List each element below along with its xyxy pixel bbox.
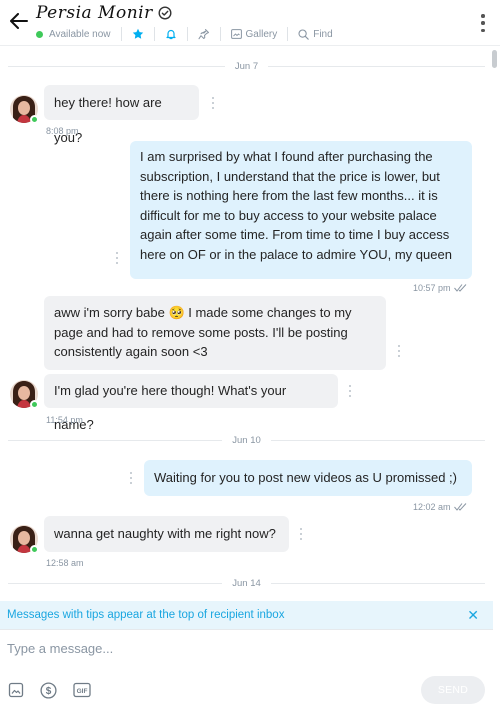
message-input[interactable] [7, 630, 477, 666]
message-options-button[interactable] [397, 345, 401, 357]
divider [219, 27, 221, 41]
message-time: 10:57 pm [413, 283, 451, 293]
svg-text:$: $ [45, 686, 51, 697]
arrow-left-icon [10, 13, 28, 29]
double-check-icon [453, 284, 466, 292]
header-subbar: Available now Gallery Find [36, 27, 333, 41]
date-label: Jun 7 [234, 60, 259, 72]
find-label: Find [313, 28, 333, 40]
double-check-icon [453, 503, 466, 511]
svg-text:GIF: GIF [77, 688, 88, 695]
contact-name: Persia Monir [36, 3, 153, 23]
message-time: 11:54 pm [46, 415, 83, 425]
gif-icon: GIF [73, 682, 91, 698]
gallery-link[interactable]: Gallery [230, 28, 278, 40]
composer-toolbar: $ GIF SEND [0, 672, 493, 706]
divider [287, 27, 289, 41]
avatar[interactable] [10, 380, 39, 409]
pin-icon[interactable] [198, 28, 210, 40]
online-indicator [30, 545, 39, 554]
message-bubble-incoming[interactable]: hey there! how are you? [44, 85, 199, 145]
attach-media-button[interactable] [7, 681, 25, 699]
message-time: 8:08 pm [46, 126, 79, 136]
divider [120, 27, 122, 41]
message-bubble-incoming[interactable]: wanna get naughty with me right now? [44, 516, 289, 552]
image-icon [8, 682, 24, 698]
gallery-label: Gallery [245, 28, 278, 40]
gallery-icon [230, 29, 242, 39]
message-bubble-outgoing[interactable]: I am surprised by what I found after pur… [130, 141, 472, 279]
message-options-button[interactable] [115, 252, 119, 264]
message-bubble-incoming[interactable]: I'm glad you're here though! What's your… [44, 374, 338, 432]
date-label: Jun 10 [232, 434, 261, 446]
dollar-circle-icon: $ [39, 681, 57, 699]
message-options-button[interactable] [211, 97, 215, 109]
chat-header: Persia Monir Available now Gallery Find [0, 0, 500, 46]
more-options-button[interactable] [480, 14, 486, 32]
date-divider: Jun 7 [8, 59, 485, 73]
message-options-button[interactable] [129, 472, 133, 484]
message-list: Jun 7 hey there! how are you? 8:08 pm I … [0, 47, 493, 600]
message-composer [0, 629, 493, 669]
online-indicator [30, 400, 39, 409]
search-icon [298, 28, 309, 40]
date-label: Jun 14 [232, 577, 261, 589]
tips-notice-banner: Messages with tips appear at the top of … [0, 601, 493, 629]
online-indicator [30, 115, 39, 124]
message-options-button[interactable] [299, 528, 303, 540]
message-time: 12:02 am [413, 502, 451, 512]
contact-name-row[interactable]: Persia Monir [36, 3, 172, 23]
send-tip-button[interactable]: $ [39, 681, 57, 699]
online-status-dot [36, 30, 43, 38]
message-options-button[interactable] [348, 385, 352, 397]
message-time-row: 10:57 pm [413, 283, 468, 293]
message-time: 12:58 am [46, 558, 84, 568]
tips-notice-text: Messages with tips appear at the top of … [7, 609, 285, 621]
message-bubble-incoming[interactable]: aww i'm sorry babe 🥺 I made some changes… [44, 296, 386, 370]
close-icon[interactable]: ✕ [467, 607, 479, 624]
verified-badge-icon [158, 6, 172, 20]
back-button[interactable] [8, 10, 30, 32]
date-divider: Jun 14 [8, 576, 485, 590]
send-button[interactable]: SEND [421, 676, 485, 704]
gif-button[interactable]: GIF [73, 681, 91, 699]
avatar[interactable] [10, 95, 39, 124]
date-divider: Jun 10 [8, 433, 485, 447]
message-bubble-outgoing[interactable]: Waiting for you to post new videos as U … [144, 460, 472, 496]
message-time-row: 12:02 am [413, 502, 468, 512]
avatar[interactable] [10, 525, 39, 554]
bell-icon[interactable] [165, 28, 177, 40]
divider [153, 27, 155, 41]
availability-status: Available now [49, 28, 111, 40]
star-icon[interactable] [132, 28, 144, 40]
find-link[interactable]: Find [298, 28, 333, 40]
divider [186, 27, 188, 41]
